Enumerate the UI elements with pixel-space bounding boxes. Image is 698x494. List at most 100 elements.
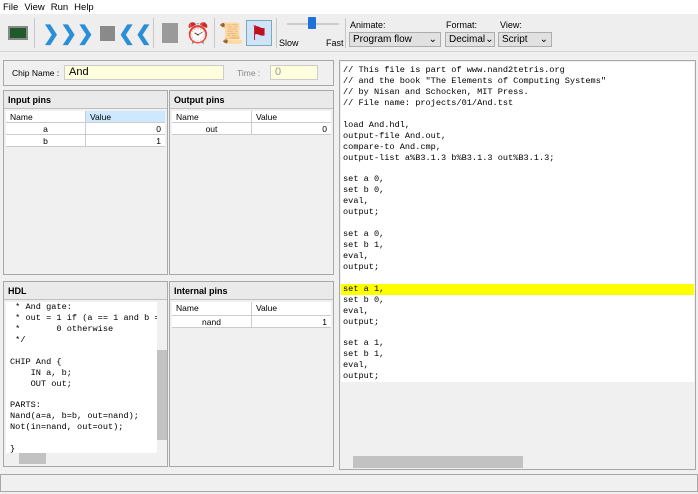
code-line: output; [343,316,380,327]
pin-value[interactable]: 0 [86,123,165,134]
hdl-horizontal-scrollbar[interactable] [6,453,157,464]
scroll-thumb[interactable] [157,350,167,440]
code-line: output; [343,371,380,382]
code-line: output; [343,207,380,218]
load-chip-button[interactable] [5,20,31,46]
script-horizontal-scrollbar[interactable] [341,456,694,468]
code-line: // This file is part of www.nand2tetris.… [343,65,565,75]
script-code: // This file is part of www.nand2tetris.… [341,62,694,382]
input-pins-table: Name Value a0 b1 [6,111,165,147]
menu-bar: File View Run Help [0,0,698,14]
header-name: Name [172,111,252,122]
code-line: // by Nisan and Schocken, MIT Press. [343,86,529,97]
pin-name: a [6,123,86,134]
table-row: out 0 [172,123,331,135]
code-line: */ [10,334,26,345]
stop-button[interactable] [94,20,120,46]
code-line: // and the book "The Elements of Computi… [343,75,607,86]
table-row: a0 [6,123,165,135]
breakpoints-button[interactable]: ⚑ [246,20,272,46]
chip-name-bar: Chip Name : And Time : 0 [3,60,334,86]
menu-view[interactable]: View [21,0,47,13]
code-line: * out = 1 if (a == 1 and b == 1 [15,312,157,323]
header-name: Name [6,111,86,122]
flag-icon: ⚑ [250,22,268,45]
scroll-thumb[interactable] [19,453,46,464]
fast-forward-icon: ❯❯ [60,22,94,45]
code-line: * 0 otherwise [10,323,114,334]
code-line: PARTS: [10,400,41,411]
code-line: set b 1, [343,349,385,360]
header-name: Name [172,302,252,315]
pin-value[interactable]: 1 [86,135,165,146]
output-pins-table: Name Value out 0 [172,111,331,135]
format-select[interactable]: Decimal ⌄ [445,32,495,47]
animate-value: Program flow [353,34,412,45]
header-value: Value [86,111,165,122]
chevron-down-icon: ⌄ [539,34,548,45]
output-pins-title: Output pins [170,91,333,109]
hdl-title: HDL [4,282,167,300]
view-select[interactable]: Script ⌄ [498,32,552,47]
table-row: b1 [6,135,165,147]
chevron-down-icon: ⌄ [428,34,437,45]
chevron-down-icon: ⌄ [485,34,494,45]
code-line: eval, [343,305,369,316]
code-line: * And gate: [10,302,72,312]
output-pins-panel: Output pins Name Value out 0 [169,90,334,275]
run-button[interactable]: ❯❯ [60,20,94,46]
menu-run[interactable]: Run [48,0,71,13]
step-icon: ❯ [42,22,60,45]
animate-label: Animate: [350,20,386,30]
internal-pins-title: Internal pins [170,282,333,300]
hdl-panel: HDL * And gate: * out = 1 if (a == 1 and… [3,281,168,467]
clock-button[interactable]: ⏰ [185,20,211,46]
code-line: eval, [343,360,369,371]
time-field: 0 [270,65,318,80]
menu-help[interactable]: Help [71,0,97,13]
menu-file[interactable]: File [0,0,21,13]
input-pins-panel: Input pins Name Value a0 b1 [3,90,168,275]
reset-button[interactable]: ❮❮ [118,20,152,46]
clock-icon: ⏰ [185,22,211,45]
chip-icon [8,26,28,40]
input-pins-title: Input pins [4,91,167,109]
hdl-code: * And gate: * out = 1 if (a == 1 and b =… [6,302,157,453]
pin-value: 0 [322,124,327,134]
code-line: output; [343,261,380,272]
code-line: set a 0, [343,174,385,185]
chip-name-field[interactable]: And [64,65,224,80]
animate-select[interactable]: Program flow ⌄ [349,32,441,47]
slow-label: Slow [279,38,299,48]
header-value: Value [256,303,278,313]
speed-slider-thumb[interactable] [308,17,316,29]
pin-name: nand [172,316,252,327]
time-label: Time : [237,68,261,78]
internal-pins-table: Name Value nand 1 [172,302,331,328]
header-value: Value [256,112,278,122]
code-line: // File name: projects/01/And.tst [343,97,514,108]
status-bar [0,474,698,492]
internal-pins-panel: Internal pins Name Value nand 1 [169,281,334,467]
scroll-icon: 📜 [218,22,244,45]
fast-label: Fast [326,38,344,48]
script-button[interactable]: 📜 [218,20,244,46]
scroll-thumb[interactable] [353,456,523,468]
hdl-vertical-scrollbar[interactable] [157,302,167,453]
code-line: eval, [343,196,369,207]
script-panel: // This file is part of www.nand2tetris.… [339,60,696,470]
pin-name: out [172,123,252,134]
eval-button[interactable] [157,20,183,46]
code-line: output-list a%B3.1.3 b%B3.1.3 out%B3.1.3… [343,152,555,163]
code-line: load And.hdl, [343,119,411,130]
highlighted-code-line: set a 1, [341,283,694,295]
code-line: set a 1, [343,338,385,349]
code-line: IN a, b; [10,367,72,378]
